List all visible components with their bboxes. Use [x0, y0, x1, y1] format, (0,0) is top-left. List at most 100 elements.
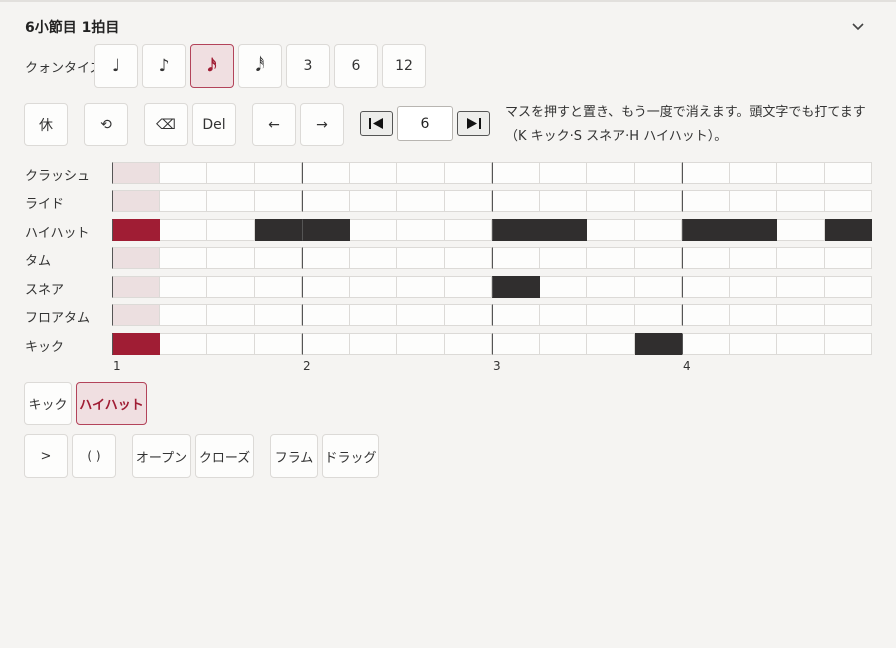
grid-cell[interactable]	[730, 162, 777, 184]
grid-cell[interactable]	[587, 276, 635, 298]
grid-cell[interactable]	[160, 333, 207, 355]
grid-cell[interactable]	[350, 276, 397, 298]
grid-cell[interactable]	[445, 162, 492, 184]
grid-cell[interactable]	[730, 219, 777, 241]
grid-cell[interactable]	[445, 276, 492, 298]
flam-button[interactable]: フラム	[270, 434, 318, 478]
grid-cell[interactable]	[112, 333, 160, 355]
grid-cell[interactable]	[825, 219, 872, 241]
grid-cell[interactable]	[777, 190, 825, 212]
grid-cell[interactable]	[445, 304, 492, 326]
grid-cell[interactable]	[777, 162, 825, 184]
grid-cell[interactable]	[302, 276, 350, 298]
grid-cell[interactable]	[730, 333, 777, 355]
ghost-note-button[interactable]: ( )	[72, 434, 116, 478]
grid-cell[interactable]	[302, 190, 350, 212]
grid-cell[interactable]	[682, 162, 730, 184]
grid-cell[interactable]	[492, 333, 540, 355]
grid-cell[interactable]	[112, 219, 160, 241]
quantize-option-5[interactable]: 6	[334, 44, 378, 88]
grid-cell[interactable]	[112, 304, 160, 326]
grid-cell[interactable]	[587, 247, 635, 269]
undo-button[interactable]: ⟲	[84, 103, 128, 146]
grid-cell[interactable]	[350, 162, 397, 184]
grid-cell[interactable]	[207, 219, 255, 241]
delete-button[interactable]: Del	[192, 103, 236, 146]
grid-cell[interactable]	[730, 304, 777, 326]
backspace-button[interactable]: ⌫	[144, 103, 188, 146]
grid-cell[interactable]	[255, 162, 302, 184]
grid-cell[interactable]	[682, 276, 730, 298]
skip-back-button[interactable]	[360, 111, 393, 136]
grid-cell[interactable]	[492, 304, 540, 326]
grid-cell[interactable]	[587, 219, 635, 241]
grid-cell[interactable]	[540, 276, 587, 298]
grid-cell[interactable]	[445, 247, 492, 269]
grid-cell[interactable]	[492, 276, 540, 298]
grid-cell[interactable]	[635, 333, 682, 355]
grid-cell[interactable]	[682, 333, 730, 355]
quantize-option-1[interactable]: ♪	[142, 44, 186, 88]
grid-cell[interactable]	[540, 304, 587, 326]
grid-cell[interactable]	[207, 333, 255, 355]
grid-cell[interactable]	[160, 276, 207, 298]
grid-cell[interactable]	[682, 219, 730, 241]
grid-cell[interactable]	[350, 333, 397, 355]
grid-cell[interactable]	[540, 190, 587, 212]
grid-cell[interactable]	[492, 219, 540, 241]
grid-cell[interactable]	[255, 304, 302, 326]
grid-cell[interactable]	[635, 276, 682, 298]
grid-cell[interactable]	[635, 304, 682, 326]
grid-cell[interactable]	[587, 333, 635, 355]
grid-cell[interactable]	[207, 190, 255, 212]
grid-cell[interactable]	[112, 190, 160, 212]
grid-cell[interactable]	[587, 190, 635, 212]
grid-cell[interactable]	[160, 190, 207, 212]
grid-cell[interactable]	[825, 162, 872, 184]
grid-cell[interactable]	[397, 162, 445, 184]
grid-cell[interactable]	[587, 162, 635, 184]
grid-cell[interactable]	[207, 304, 255, 326]
grid-cell[interactable]	[302, 247, 350, 269]
grid-cell[interactable]	[730, 190, 777, 212]
skip-forward-button[interactable]	[457, 111, 490, 136]
quantize-option-0[interactable]: ♩	[94, 44, 138, 88]
grid-cell[interactable]	[160, 247, 207, 269]
grid-cell[interactable]	[112, 247, 160, 269]
quantize-option-4[interactable]: 3	[286, 44, 330, 88]
instrument-hihat-button[interactable]: ハイハット	[76, 382, 147, 425]
rest-button[interactable]: 休	[24, 103, 68, 146]
quantize-option-3[interactable]: 𝅘𝅥𝅰	[238, 44, 282, 88]
grid-cell[interactable]	[777, 219, 825, 241]
move-right-button[interactable]: →	[300, 103, 344, 146]
grid-cell[interactable]	[777, 333, 825, 355]
quantize-option-2[interactable]: 𝅘𝅥𝅯	[190, 44, 234, 88]
drag-button[interactable]: ドラッグ	[322, 434, 379, 478]
grid-cell[interactable]	[397, 276, 445, 298]
grid-cell[interactable]	[777, 247, 825, 269]
grid-cell[interactable]	[207, 162, 255, 184]
grid-cell[interactable]	[825, 304, 872, 326]
grid-cell[interactable]	[350, 304, 397, 326]
grid-cell[interactable]	[255, 219, 302, 241]
open-button[interactable]: オープン	[132, 434, 191, 478]
grid-cell[interactable]	[540, 162, 587, 184]
grid-cell[interactable]	[635, 247, 682, 269]
grid-cell[interactable]	[207, 276, 255, 298]
grid-cell[interactable]	[587, 304, 635, 326]
grid-cell[interactable]	[540, 247, 587, 269]
grid-cell[interactable]	[777, 276, 825, 298]
quantize-option-6[interactable]: 12	[382, 44, 426, 88]
grid-cell[interactable]	[825, 333, 872, 355]
grid-cell[interactable]	[540, 219, 587, 241]
grid-cell[interactable]	[492, 190, 540, 212]
chevron-down-icon[interactable]	[849, 18, 867, 36]
grid-cell[interactable]	[445, 219, 492, 241]
grid-cell[interactable]	[730, 276, 777, 298]
grid-cell[interactable]	[350, 219, 397, 241]
grid-cell[interactable]	[160, 219, 207, 241]
grid-cell[interactable]	[635, 162, 682, 184]
grid-cell[interactable]	[682, 190, 730, 212]
grid-cell[interactable]	[682, 304, 730, 326]
grid-cell[interactable]	[635, 190, 682, 212]
